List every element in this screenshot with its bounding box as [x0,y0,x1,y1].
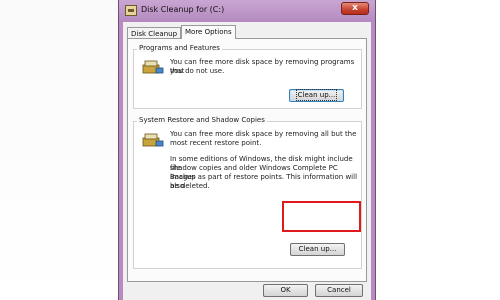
system-restore-group: System Restore and Shadow Copies You can… [133,116,362,269]
desktop-background-left [0,0,118,300]
programs-clean-up-button[interactable]: Clean up... [289,89,344,102]
restore-clean-up-label: Clean up... [298,245,337,253]
disk-cleanup-window: Disk Cleanup for (C:) x Disk Cleanup Mor… [118,0,376,300]
programs-description-line2: you do not use. [170,67,225,75]
desktop-background-right [377,0,500,300]
ok-button[interactable]: OK [263,284,308,297]
restore-icon [142,133,164,147]
programs-features-label: Programs and Features [137,44,222,52]
restore-note-line4: be deleted. [170,182,210,190]
cancel-button[interactable]: Cancel [315,284,363,297]
window-title: Disk Cleanup for (C:) [141,5,225,14]
programs-icon [142,60,164,74]
system-restore-label: System Restore and Shadow Copies [137,116,267,124]
clean-up-highlight-box [282,201,361,232]
title-bar[interactable]: Disk Cleanup for (C:) x [119,0,375,22]
restore-clean-up-button[interactable]: Clean up... [290,243,345,256]
tab-more-options[interactable]: More Options [181,25,236,39]
disk-cleanup-icon [125,5,137,16]
dialog-content: Disk Cleanup More Options Programs and F… [123,22,371,300]
dialog-footer: OK Cancel [123,282,371,300]
programs-features-group: Programs and Features You can free more … [133,44,362,109]
restore-description-line2: most recent restore point. [170,139,262,147]
programs-clean-up-label: Clean up... [295,89,338,101]
more-options-panel: Programs and Features You can free more … [127,38,367,282]
restore-description-line1: You can free more disk space by removing… [170,130,357,138]
close-button[interactable]: x [341,2,369,15]
